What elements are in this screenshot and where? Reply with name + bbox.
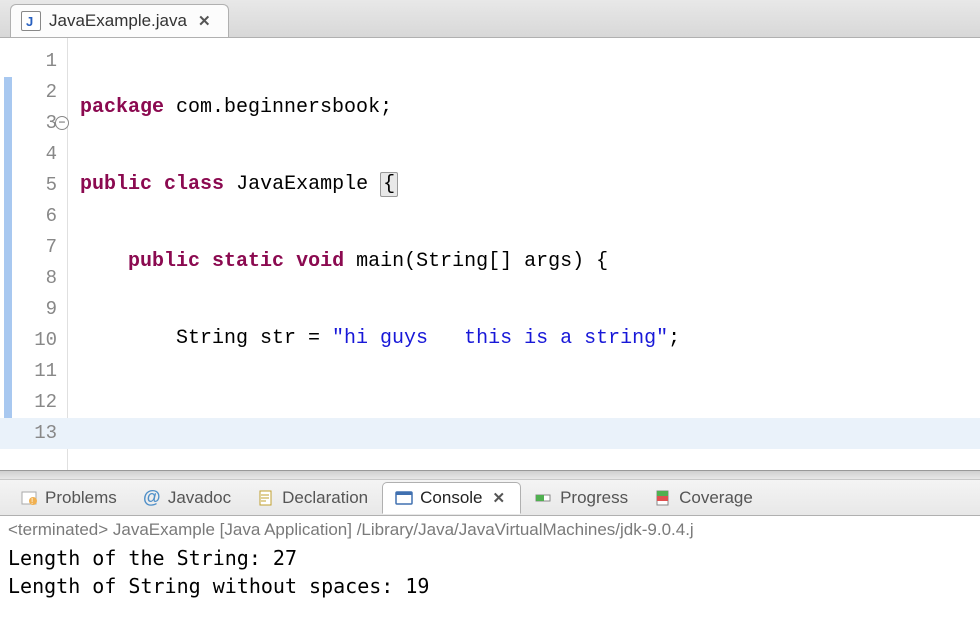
code-line: String str = "hi guys this is a string"; (80, 323, 980, 354)
line-number: 2 (18, 77, 57, 108)
tab-coverage[interactable]: Coverage (642, 483, 765, 513)
tab-label: Javadoc (168, 488, 231, 508)
line-number: 4 (18, 139, 57, 170)
line-number: 10 (18, 325, 57, 356)
code-line: public class JavaExample { (80, 169, 980, 200)
java-file-icon: J (21, 11, 41, 31)
line-number: 6 (18, 201, 57, 232)
line-number: 8 (18, 263, 57, 294)
declaration-icon (257, 489, 275, 507)
code-editor[interactable]: 1 2 3− 4 5 6 7 8 9 10 11 12 13 package c… (0, 38, 980, 470)
gutter: 1 2 3− 4 5 6 7 8 9 10 11 12 13 (0, 38, 68, 470)
svg-text:J: J (26, 14, 33, 28)
code-line: public static void main(String[] args) { (80, 246, 980, 277)
console-header: <terminated> JavaExample [Java Applicati… (8, 520, 972, 540)
problems-icon: ! (20, 489, 38, 507)
svg-text:!: ! (31, 497, 33, 506)
line-number: 11 (18, 356, 57, 387)
tab-javadoc[interactable]: @ Javadoc (131, 483, 243, 513)
code-content[interactable]: package com.beginnersbook; public class … (68, 38, 980, 470)
line-number-column: 1 2 3− 4 5 6 7 8 9 10 11 12 13 (18, 46, 67, 470)
javadoc-icon: @ (143, 489, 161, 507)
line-number: 9 (18, 294, 57, 325)
tab-label: Console (420, 488, 482, 508)
close-icon[interactable]: ✕ (490, 489, 509, 507)
close-icon[interactable]: ✕ (195, 12, 214, 30)
tab-progress[interactable]: Progress (523, 483, 640, 513)
tab-label: Progress (560, 488, 628, 508)
progress-icon (535, 489, 553, 507)
code-line: package com.beginnersbook; (80, 92, 980, 123)
panel-separator[interactable] (0, 470, 980, 480)
line-number: 5 (18, 170, 57, 201)
tab-console[interactable]: Console ✕ (382, 482, 521, 514)
console-icon (395, 489, 413, 507)
tab-declaration[interactable]: Declaration (245, 483, 380, 513)
line-number: 1 (18, 46, 57, 77)
tab-problems[interactable]: ! Problems (8, 483, 129, 513)
modification-marker (4, 77, 12, 449)
coverage-icon (654, 489, 672, 507)
tab-filename: JavaExample.java (49, 11, 187, 31)
code-line (80, 400, 980, 431)
tab-label: Declaration (282, 488, 368, 508)
editor-tab-bar: J JavaExample.java ✕ (0, 0, 980, 38)
line-number: 13 (18, 418, 57, 449)
console-view: <terminated> JavaExample [Java Applicati… (0, 516, 980, 644)
line-number: 7 (18, 232, 57, 263)
fold-icon[interactable]: − (55, 116, 69, 130)
views-tab-bar: ! Problems @ Javadoc Declaration Console… (0, 480, 980, 516)
tab-label: Problems (45, 488, 117, 508)
line-number: 12 (18, 387, 57, 418)
line-number: 3− (18, 108, 57, 139)
editor-tab-active[interactable]: J JavaExample.java ✕ (10, 4, 229, 37)
marker-column (0, 46, 18, 470)
tab-label: Coverage (679, 488, 753, 508)
console-output[interactable]: Length of the String: 27Length of String… (8, 544, 972, 600)
